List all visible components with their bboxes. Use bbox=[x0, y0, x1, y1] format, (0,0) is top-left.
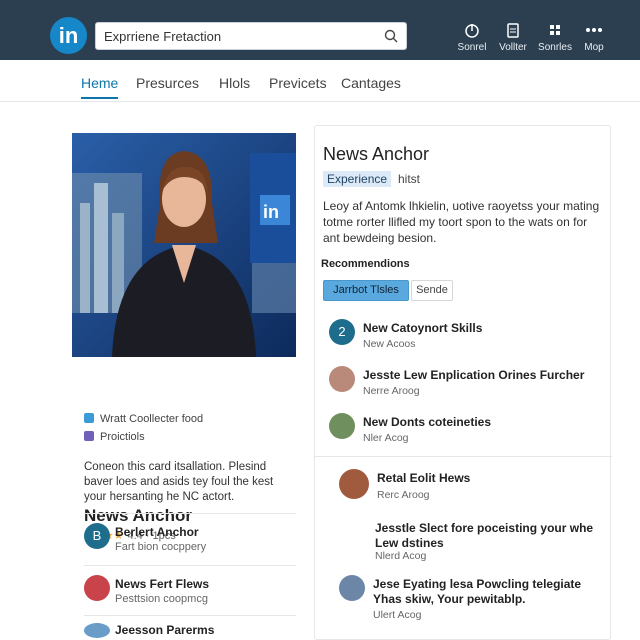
list-item[interactable]: B Berlert Anchor Fart bion cocppery bbox=[84, 523, 296, 553]
recommendation-subtitle: Nlerd Acog bbox=[375, 550, 427, 562]
tab-previcets[interactable]: Previcets bbox=[269, 75, 327, 91]
profile-card: in News Anchor ★★★★4.4 · 1pcs Wratt Cool… bbox=[72, 133, 296, 638]
list-item-subtitle: Fart bion cocppery bbox=[115, 541, 207, 553]
avatar bbox=[329, 413, 355, 439]
search-input[interactable]: Exprriene Fretaction bbox=[95, 22, 407, 50]
tag-suffix: hitst bbox=[398, 172, 421, 186]
nav-item-label: Mop bbox=[584, 42, 604, 53]
recommendation-subtitle: Nerre Aroog bbox=[363, 385, 420, 397]
list-item-name: Jeesson Parerms bbox=[115, 623, 215, 637]
nav-item-sonrel[interactable]: Sonrel bbox=[450, 22, 494, 53]
linkedin-logo[interactable]: in bbox=[50, 17, 87, 54]
tab-hlols[interactable]: Hlols bbox=[219, 75, 250, 91]
profile-description: Coneon this card itsallation. Plesind ba… bbox=[84, 461, 274, 503]
recommendation-title: New Catoynort Skills bbox=[363, 321, 483, 335]
more-icon bbox=[586, 28, 602, 32]
divider bbox=[315, 456, 612, 457]
list-item[interactable]: News Fert Flews Pesttsion coopmcg bbox=[84, 575, 296, 605]
recommendation-subtitle: Rerc Aroog bbox=[377, 489, 430, 501]
experience-tag[interactable]: Experience bbox=[323, 171, 392, 187]
recommendation-item[interactable]: Jese Eyating lesa Powcling telegiate Yha… bbox=[339, 575, 603, 621]
nav-item-vollter[interactable]: Vollter bbox=[491, 22, 535, 53]
avatar bbox=[329, 366, 355, 392]
nav-item-sonrles[interactable]: Sonrles bbox=[533, 22, 577, 53]
avatar: B bbox=[84, 523, 110, 549]
recommendation-title: Jesstle Slect fore poceisting your whe L… bbox=[375, 521, 594, 550]
job-detail-panel: News Anchor Experience hitst Leoy af Ant… bbox=[314, 125, 612, 640]
tag-icon bbox=[84, 431, 94, 441]
grid-icon bbox=[550, 25, 560, 35]
recommendation-item[interactable]: 2 New Catoynort Skills New Acoos bbox=[329, 319, 599, 350]
recommendation-item[interactable]: Retal Eolit Hews Rerc Aroog bbox=[339, 469, 609, 501]
recommendation-item[interactable]: New Donts coteineties Nler Acog bbox=[329, 413, 599, 444]
recommendation-title: Retal Eolit Hews bbox=[377, 471, 471, 485]
recommendation-subtitle: New Acoos bbox=[363, 338, 416, 350]
recommendation-subtitle: Nler Acog bbox=[363, 432, 409, 444]
top-navigation-bar: in Exprriene Fretaction Sonrel Vollter S… bbox=[0, 0, 640, 60]
avatar bbox=[339, 469, 369, 499]
feature-item: Wratt Coollecter food bbox=[84, 413, 203, 425]
recommendation-title: Jesste Lew Enplication Orines Furcher bbox=[363, 368, 585, 382]
search-input-value: Exprriene Fretaction bbox=[104, 29, 222, 44]
avatar bbox=[84, 575, 110, 601]
detail-description: Leoy af Antomk lhkielin, uotive raoyetss… bbox=[323, 199, 600, 245]
list-item-subtitle: Pesttsion coopmcg bbox=[115, 593, 208, 605]
recommendation-item[interactable]: Jesste Lew Enplication Orines Furcher Ne… bbox=[329, 366, 599, 397]
filter-pill-send[interactable]: Sende bbox=[411, 280, 453, 301]
recommendation-title: New Donts coteineties bbox=[363, 415, 492, 429]
divider bbox=[84, 565, 296, 566]
document-icon bbox=[507, 23, 519, 38]
feature-item: Proictiols bbox=[84, 431, 145, 443]
recommendation-item[interactable]: Jesstle Slect fore poceisting your whe L… bbox=[341, 519, 603, 562]
recommendations-heading: Recommendions bbox=[321, 258, 410, 270]
tab-presurces[interactable]: Presurces bbox=[136, 75, 199, 91]
avatar bbox=[84, 623, 110, 638]
feature-text: Proictiols bbox=[100, 431, 145, 443]
avatar bbox=[339, 575, 365, 601]
nav-item-label: Sonrel bbox=[457, 42, 487, 53]
divider bbox=[84, 513, 296, 514]
divider bbox=[84, 615, 296, 616]
nav-item-label: Sonrles bbox=[538, 42, 572, 53]
list-item-name: Berlert Anchor bbox=[115, 525, 199, 539]
tab-home[interactable]: Heme bbox=[81, 75, 119, 99]
power-icon bbox=[465, 24, 479, 38]
news-anchor-photo[interactable]: in bbox=[72, 133, 296, 357]
list-item-name: News Fert Flews bbox=[115, 577, 210, 591]
check-icon bbox=[84, 413, 94, 423]
search-icon[interactable] bbox=[384, 29, 398, 43]
nav-item-mop[interactable]: Mop bbox=[572, 22, 616, 53]
list-item[interactable]: Jeesson Parerms bbox=[84, 623, 296, 638]
svg-text:in: in bbox=[263, 202, 279, 222]
feature-text: Wratt Coollecter food bbox=[100, 413, 204, 425]
avatar: 2 bbox=[329, 319, 355, 345]
detail-title: News Anchor bbox=[323, 144, 430, 164]
filter-pill-active[interactable]: Jarrbot Tlsles bbox=[323, 280, 409, 301]
tab-cantages[interactable]: Cantages bbox=[341, 75, 401, 91]
recommendation-title: Jese Eyating lesa Powcling telegiate Yha… bbox=[373, 577, 582, 606]
section-tabs: Heme Presurces Hlols Previcets Cantages bbox=[0, 60, 640, 102]
nav-item-label: Vollter bbox=[499, 42, 527, 53]
recommendation-subtitle: Ulert Acog bbox=[373, 609, 422, 621]
